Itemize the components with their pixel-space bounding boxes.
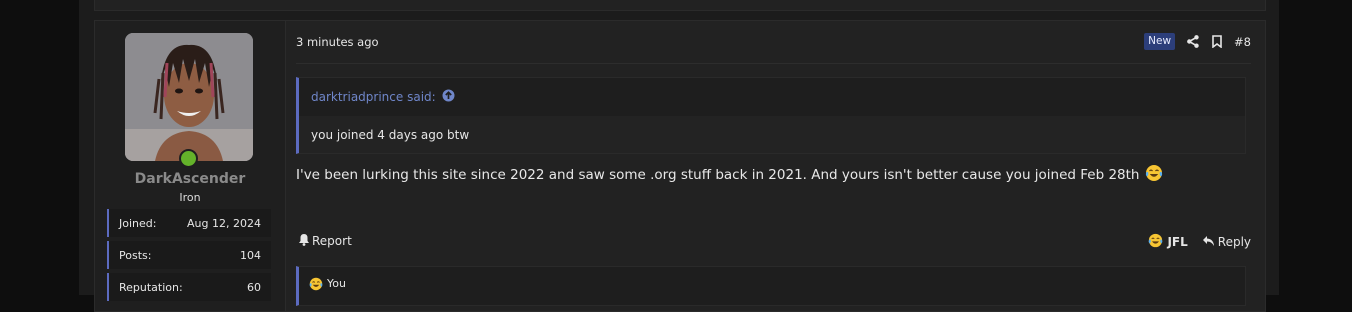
stat-label: Joined:	[119, 216, 157, 230]
share-icon[interactable]	[1186, 35, 1199, 49]
stat-value: Aug 12, 2024	[187, 216, 261, 230]
username[interactable]: DarkAscender	[95, 171, 285, 187]
stat-reputation: Reputation: 60	[107, 273, 271, 301]
reply-button[interactable]: Reply	[1202, 235, 1251, 250]
post-date[interactable]: 3 minutes ago	[296, 35, 379, 49]
post-message: I've been lurking this site since 2022 a…	[296, 164, 1163, 186]
quote-block: darktriadprince said: you joined 4 days …	[296, 77, 1246, 154]
user-stats: Joined: Aug 12, 2024 Posts: 104 Reputati…	[107, 209, 271, 305]
post-footer-actions: JFL Reply	[1148, 233, 1251, 251]
quote-author[interactable]: darktriadprince said:	[311, 90, 436, 104]
online-status-icon	[179, 149, 198, 168]
react-label: JFL	[1167, 235, 1188, 249]
user-title: Iron	[179, 191, 201, 204]
post-content: 3 minutes ago New #8 darktriadprince sai…	[296, 21, 1251, 311]
reply-icon	[1202, 235, 1215, 250]
stat-label: Reputation:	[119, 280, 183, 294]
stat-joined: Joined: Aug 12, 2024	[107, 209, 271, 237]
post-number-link[interactable]: #8	[1234, 35, 1251, 49]
new-badge: New	[1144, 33, 1176, 50]
stat-value: 104	[240, 248, 261, 262]
thread-container: DarkAscender Iron Joined: Aug 12, 2024 P…	[79, 0, 1279, 312]
bell-icon	[298, 233, 310, 249]
face-with-tears-of-joy-icon	[309, 277, 323, 294]
reply-label: Reply	[1217, 235, 1251, 249]
arrow-up-circle-icon[interactable]	[442, 89, 455, 105]
post-header: 3 minutes ago New #8	[296, 21, 1251, 64]
face-with-tears-of-joy-icon	[1148, 233, 1163, 251]
stat-posts: Posts: 104	[107, 241, 271, 269]
post-8: DarkAscender Iron Joined: Aug 12, 2024 P…	[94, 20, 1266, 312]
user-info-panel: DarkAscender Iron Joined: Aug 12, 2024 P…	[95, 21, 286, 311]
avatar[interactable]	[125, 33, 253, 161]
previous-post-edge	[94, 0, 1266, 11]
report-button[interactable]: Report	[298, 233, 352, 249]
react-button[interactable]: JFL	[1148, 233, 1188, 251]
stat-label: Posts:	[119, 248, 152, 262]
quote-text: you joined 4 days ago btw	[299, 116, 1245, 153]
stat-value: 60	[247, 280, 261, 294]
face-with-tears-of-joy-icon	[1145, 164, 1163, 186]
quote-attribution[interactable]: darktriadprince said:	[299, 78, 1245, 116]
message-text: I've been lurking this site since 2022 a…	[296, 167, 1140, 183]
report-label: Report	[312, 234, 352, 248]
post-header-actions: New #8	[1144, 33, 1251, 50]
bookmark-icon[interactable]	[1210, 35, 1223, 49]
reactions-summary[interactable]: You	[296, 266, 1246, 306]
reactions-users: You	[327, 277, 346, 290]
